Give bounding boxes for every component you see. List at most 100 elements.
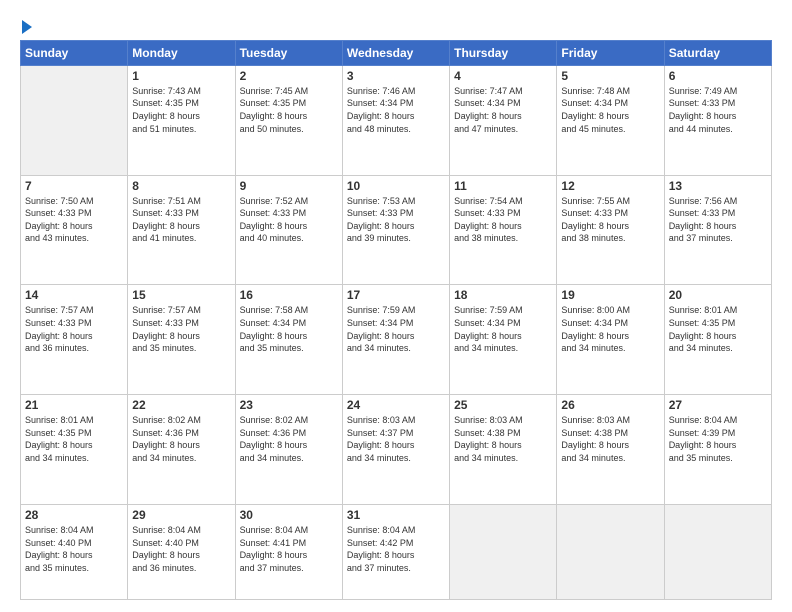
calendar-table: SundayMondayTuesdayWednesdayThursdayFrid… bbox=[20, 40, 772, 600]
calendar-cell bbox=[664, 505, 771, 600]
day-number: 25 bbox=[454, 398, 552, 412]
day-number: 2 bbox=[240, 69, 338, 83]
page: SundayMondayTuesdayWednesdayThursdayFrid… bbox=[0, 0, 792, 612]
calendar-cell: 27 Sunrise: 8:04 AM Sunset: 4:39 PM Dayli… bbox=[664, 395, 771, 505]
day-number: 7 bbox=[25, 179, 123, 193]
calendar-cell: 25Sunrise: 8:03 AM Sunset: 4:38 PM Dayli… bbox=[450, 395, 557, 505]
day-info: Sunrise: 7:56 AM Sunset: 4:33 PM Dayligh… bbox=[669, 195, 767, 245]
day-number: 31 bbox=[347, 508, 445, 522]
day-number: 1 bbox=[132, 69, 230, 83]
calendar-cell: 23 Sunrise: 8:02 AM Sunset: 4:36 PM Dayli… bbox=[235, 395, 342, 505]
day-number: 26 bbox=[561, 398, 659, 412]
day-info: Sunrise: 8:00 AM Sunset: 4:34 PM Dayligh… bbox=[561, 304, 659, 354]
calendar-cell: 4 Sunrise: 7:47 AM Sunset: 4:34 PM Daylig… bbox=[450, 65, 557, 175]
day-number: 20 bbox=[669, 288, 767, 302]
calendar-cell: 17Sunrise: 7:59 AM Sunset: 4:34 PM Dayli… bbox=[342, 285, 449, 395]
day-info: Sunrise: 7:57 AM Sunset: 4:33 PM Dayligh… bbox=[132, 304, 230, 354]
day-number: 16 bbox=[240, 288, 338, 302]
calendar-week-4: 21Sunrise: 8:01 AM Sunset: 4:35 PM Dayli… bbox=[21, 395, 772, 505]
day-info: Sunrise: 7:58 AM Sunset: 4:34 PM Dayligh… bbox=[240, 304, 338, 354]
day-info: Sunrise: 7:46 AM Sunset: 4:34 PM Dayligh… bbox=[347, 85, 445, 135]
calendar-week-3: 14 Sunrise: 7:57 AM Sunset: 4:33 PM Dayli… bbox=[21, 285, 772, 395]
calendar-cell: 12 Sunrise: 7:55 AM Sunset: 4:33 PM Dayli… bbox=[557, 175, 664, 285]
day-info: Sunrise: 8:04 AM Sunset: 4:42 PM Dayligh… bbox=[347, 524, 445, 574]
calendar-cell: 9Sunrise: 7:52 AM Sunset: 4:33 PM Daylig… bbox=[235, 175, 342, 285]
day-info: Sunrise: 7:54 AM Sunset: 4:33 PM Dayligh… bbox=[454, 195, 552, 245]
calendar-cell: 3Sunrise: 7:46 AM Sunset: 4:34 PM Daylig… bbox=[342, 65, 449, 175]
day-info: Sunrise: 7:57 AM Sunset: 4:33 PM Dayligh… bbox=[25, 304, 123, 354]
day-info: Sunrise: 8:04 AM Sunset: 4:40 PM Dayligh… bbox=[132, 524, 230, 574]
day-info: Sunrise: 8:03 AM Sunset: 4:37 PM Dayligh… bbox=[347, 414, 445, 464]
logo-text bbox=[20, 16, 32, 36]
calendar-cell bbox=[557, 505, 664, 600]
calendar-cell: 31 Sunrise: 8:04 AM Sunset: 4:42 PM Dayli… bbox=[342, 505, 449, 600]
day-info: Sunrise: 8:04 AM Sunset: 4:40 PM Dayligh… bbox=[25, 524, 123, 574]
calendar-cell: 16 Sunrise: 7:58 AM Sunset: 4:34 PM Dayli… bbox=[235, 285, 342, 395]
calendar-cell: 14 Sunrise: 7:57 AM Sunset: 4:33 PM Dayli… bbox=[21, 285, 128, 395]
calendar-header-sunday: Sunday bbox=[21, 40, 128, 65]
calendar-cell bbox=[21, 65, 128, 175]
day-number: 5 bbox=[561, 69, 659, 83]
calendar-week-1: 1 Sunrise: 7:43 AM Sunset: 4:35 PM Daylig… bbox=[21, 65, 772, 175]
calendar-cell: 26 Sunrise: 8:03 AM Sunset: 4:38 PM Dayli… bbox=[557, 395, 664, 505]
day-info: Sunrise: 7:53 AM Sunset: 4:33 PM Dayligh… bbox=[347, 195, 445, 245]
day-number: 12 bbox=[561, 179, 659, 193]
calendar-cell: 28 Sunrise: 8:04 AM Sunset: 4:40 PM Dayli… bbox=[21, 505, 128, 600]
day-info: Sunrise: 7:51 AM Sunset: 4:33 PM Dayligh… bbox=[132, 195, 230, 245]
calendar-cell: 7Sunrise: 7:50 AM Sunset: 4:33 PM Daylig… bbox=[21, 175, 128, 285]
day-info: Sunrise: 8:02 AM Sunset: 4:36 PM Dayligh… bbox=[240, 414, 338, 464]
calendar-cell: 13 Sunrise: 7:56 AM Sunset: 4:33 PM Dayli… bbox=[664, 175, 771, 285]
day-number: 14 bbox=[25, 288, 123, 302]
calendar-cell: 21Sunrise: 8:01 AM Sunset: 4:35 PM Dayli… bbox=[21, 395, 128, 505]
day-number: 19 bbox=[561, 288, 659, 302]
day-info: Sunrise: 7:48 AM Sunset: 4:34 PM Dayligh… bbox=[561, 85, 659, 135]
calendar-cell: 15Sunrise: 7:57 AM Sunset: 4:33 PM Dayli… bbox=[128, 285, 235, 395]
day-info: Sunrise: 8:01 AM Sunset: 4:35 PM Dayligh… bbox=[669, 304, 767, 354]
header bbox=[20, 16, 772, 36]
day-number: 13 bbox=[669, 179, 767, 193]
calendar-week-5: 28 Sunrise: 8:04 AM Sunset: 4:40 PM Dayli… bbox=[21, 505, 772, 600]
day-number: 4 bbox=[454, 69, 552, 83]
day-number: 8 bbox=[132, 179, 230, 193]
day-info: Sunrise: 7:59 AM Sunset: 4:34 PM Dayligh… bbox=[347, 304, 445, 354]
calendar-cell: 10Sunrise: 7:53 AM Sunset: 4:33 PM Dayli… bbox=[342, 175, 449, 285]
calendar-cell: 5 Sunrise: 7:48 AM Sunset: 4:34 PM Daylig… bbox=[557, 65, 664, 175]
calendar-header-wednesday: Wednesday bbox=[342, 40, 449, 65]
day-number: 24 bbox=[347, 398, 445, 412]
day-number: 27 bbox=[669, 398, 767, 412]
calendar-cell: 2Sunrise: 7:45 AM Sunset: 4:35 PM Daylig… bbox=[235, 65, 342, 175]
calendar-cell: 6 Sunrise: 7:49 AM Sunset: 4:33 PM Daylig… bbox=[664, 65, 771, 175]
calendar-cell: 1 Sunrise: 7:43 AM Sunset: 4:35 PM Daylig… bbox=[128, 65, 235, 175]
day-number: 18 bbox=[454, 288, 552, 302]
calendar-cell: 24 Sunrise: 8:03 AM Sunset: 4:37 PM Dayli… bbox=[342, 395, 449, 505]
calendar-cell: 22 Sunrise: 8:02 AM Sunset: 4:36 PM Dayli… bbox=[128, 395, 235, 505]
day-number: 22 bbox=[132, 398, 230, 412]
calendar-header-tuesday: Tuesday bbox=[235, 40, 342, 65]
calendar-cell: 29Sunrise: 8:04 AM Sunset: 4:40 PM Dayli… bbox=[128, 505, 235, 600]
logo bbox=[20, 16, 32, 36]
day-info: Sunrise: 8:02 AM Sunset: 4:36 PM Dayligh… bbox=[132, 414, 230, 464]
logo-arrow-icon bbox=[22, 20, 32, 34]
calendar-cell: 18 Sunrise: 7:59 AM Sunset: 4:34 PM Dayli… bbox=[450, 285, 557, 395]
calendar-header-friday: Friday bbox=[557, 40, 664, 65]
day-info: Sunrise: 8:04 AM Sunset: 4:39 PM Dayligh… bbox=[669, 414, 767, 464]
calendar-cell: 11Sunrise: 7:54 AM Sunset: 4:33 PM Dayli… bbox=[450, 175, 557, 285]
day-info: Sunrise: 7:49 AM Sunset: 4:33 PM Dayligh… bbox=[669, 85, 767, 135]
day-number: 9 bbox=[240, 179, 338, 193]
calendar-cell: 20 Sunrise: 8:01 AM Sunset: 4:35 PM Dayli… bbox=[664, 285, 771, 395]
calendar-header-thursday: Thursday bbox=[450, 40, 557, 65]
day-number: 28 bbox=[25, 508, 123, 522]
day-info: Sunrise: 8:03 AM Sunset: 4:38 PM Dayligh… bbox=[561, 414, 659, 464]
calendar-week-2: 7Sunrise: 7:50 AM Sunset: 4:33 PM Daylig… bbox=[21, 175, 772, 285]
calendar-header-saturday: Saturday bbox=[664, 40, 771, 65]
calendar-cell: 30Sunrise: 8:04 AM Sunset: 4:41 PM Dayli… bbox=[235, 505, 342, 600]
day-info: Sunrise: 7:47 AM Sunset: 4:34 PM Dayligh… bbox=[454, 85, 552, 135]
calendar-cell bbox=[450, 505, 557, 600]
day-info: Sunrise: 7:43 AM Sunset: 4:35 PM Dayligh… bbox=[132, 85, 230, 135]
day-info: Sunrise: 7:59 AM Sunset: 4:34 PM Dayligh… bbox=[454, 304, 552, 354]
day-number: 6 bbox=[669, 69, 767, 83]
calendar-header-row: SundayMondayTuesdayWednesdayThursdayFrid… bbox=[21, 40, 772, 65]
calendar-cell: 19 Sunrise: 8:00 AM Sunset: 4:34 PM Dayli… bbox=[557, 285, 664, 395]
day-info: Sunrise: 7:55 AM Sunset: 4:33 PM Dayligh… bbox=[561, 195, 659, 245]
day-number: 23 bbox=[240, 398, 338, 412]
